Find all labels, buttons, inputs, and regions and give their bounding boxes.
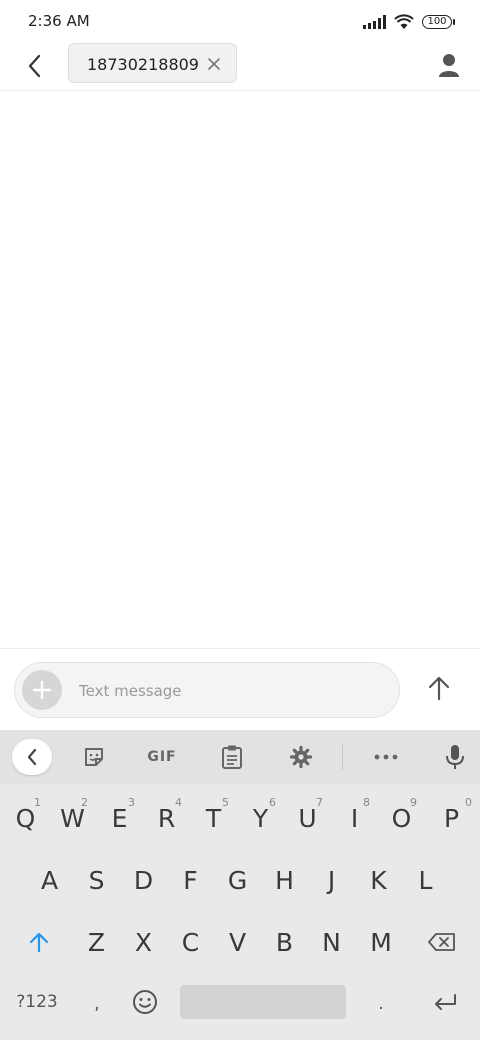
key-w[interactable]: W2 <box>49 792 96 844</box>
chevron-left-icon <box>27 748 37 766</box>
key-v[interactable]: V <box>214 916 261 968</box>
status-bar: 2:36 AM 100 <box>0 0 480 42</box>
key-q[interactable]: Q1 <box>2 792 49 844</box>
emoji-key[interactable] <box>124 976 166 1028</box>
enter-key[interactable] <box>418 976 472 1028</box>
key-p[interactable]: P0 <box>425 792 478 844</box>
key-t[interactable]: T5 <box>190 792 237 844</box>
contact-button[interactable] <box>434 50 464 80</box>
emoji-icon <box>133 990 157 1014</box>
status-time: 2:36 AM <box>28 12 90 30</box>
more-icon <box>374 754 398 760</box>
key-k[interactable]: K <box>355 854 402 906</box>
plus-icon <box>32 680 52 700</box>
remove-recipient-button[interactable] <box>206 56 222 72</box>
collapse-toolbar-button[interactable] <box>12 739 52 775</box>
clipboard-icon <box>222 745 242 769</box>
key-f[interactable]: F <box>167 854 214 906</box>
message-thread <box>0 92 480 648</box>
key-s[interactable]: S <box>73 854 120 906</box>
comma-key[interactable]: , <box>76 978 118 1030</box>
backspace-icon <box>428 933 455 951</box>
key-m[interactable]: M <box>355 916 407 968</box>
mic-icon <box>446 745 464 769</box>
compose-box <box>14 662 400 718</box>
key-b[interactable]: B <box>261 916 308 968</box>
voice-input-button[interactable] <box>438 740 472 774</box>
signal-icon <box>363 15 386 29</box>
key-g[interactable]: G <box>214 854 261 906</box>
key-u[interactable]: U7 <box>284 792 331 844</box>
toolbar-divider <box>342 744 343 770</box>
back-button[interactable] <box>18 50 50 82</box>
more-button[interactable] <box>368 740 404 774</box>
key-l[interactable]: L <box>402 854 449 906</box>
key-r[interactable]: R4 <box>143 792 190 844</box>
key-x[interactable]: X <box>120 916 167 968</box>
space-key[interactable] <box>180 985 346 1019</box>
key-y[interactable]: Y6 <box>237 792 284 844</box>
key-a[interactable]: A <box>26 854 73 906</box>
key-e[interactable]: E3 <box>96 792 143 844</box>
backspace-key[interactable] <box>412 916 472 968</box>
back-arrow-icon <box>28 54 41 78</box>
battery-icon: 100 <box>422 15 455 29</box>
key-i[interactable]: I8 <box>331 792 378 844</box>
status-icons: 100 <box>363 12 455 32</box>
keyboard: GIF Q 1 W 2 E 3 R 4 T 5 Y 6 U 7 I 8 O 9 … <box>0 730 480 1040</box>
shift-arrow-icon <box>29 932 49 953</box>
composer-bar <box>0 648 480 730</box>
enter-icon <box>435 994 456 1010</box>
period-key[interactable]: . <box>360 978 402 1030</box>
recipient-chip[interactable]: 18730218809 <box>68 43 237 83</box>
keyboard-toolbar: GIF <box>0 730 480 784</box>
up-arrow-icon <box>428 676 450 701</box>
shift-key[interactable] <box>10 916 68 968</box>
key-h[interactable]: H <box>261 854 308 906</box>
key-j[interactable]: J <box>308 854 355 906</box>
symbols-key[interactable]: ?123 <box>6 976 68 1028</box>
key-o[interactable]: O9 <box>378 792 425 844</box>
sticker-button[interactable] <box>76 740 112 774</box>
clipboard-button[interactable] <box>214 740 250 774</box>
conversation-header: 18730218809 <box>0 42 480 91</box>
key-z[interactable]: Z <box>73 916 120 968</box>
attach-button[interactable] <box>22 670 62 710</box>
key-d[interactable]: D <box>120 854 167 906</box>
wifi-icon <box>394 14 414 30</box>
sticker-icon <box>85 748 103 766</box>
send-button[interactable] <box>422 671 456 705</box>
keyboard-settings-button[interactable] <box>283 740 319 774</box>
gif-button[interactable]: GIF <box>140 740 184 774</box>
person-icon <box>439 54 459 77</box>
close-icon <box>208 58 220 70</box>
gear-icon <box>289 745 313 769</box>
recipient-number: 18730218809 <box>87 55 199 74</box>
message-input[interactable] <box>79 677 379 705</box>
key-n[interactable]: N <box>308 916 355 968</box>
key-c[interactable]: C <box>167 916 214 968</box>
